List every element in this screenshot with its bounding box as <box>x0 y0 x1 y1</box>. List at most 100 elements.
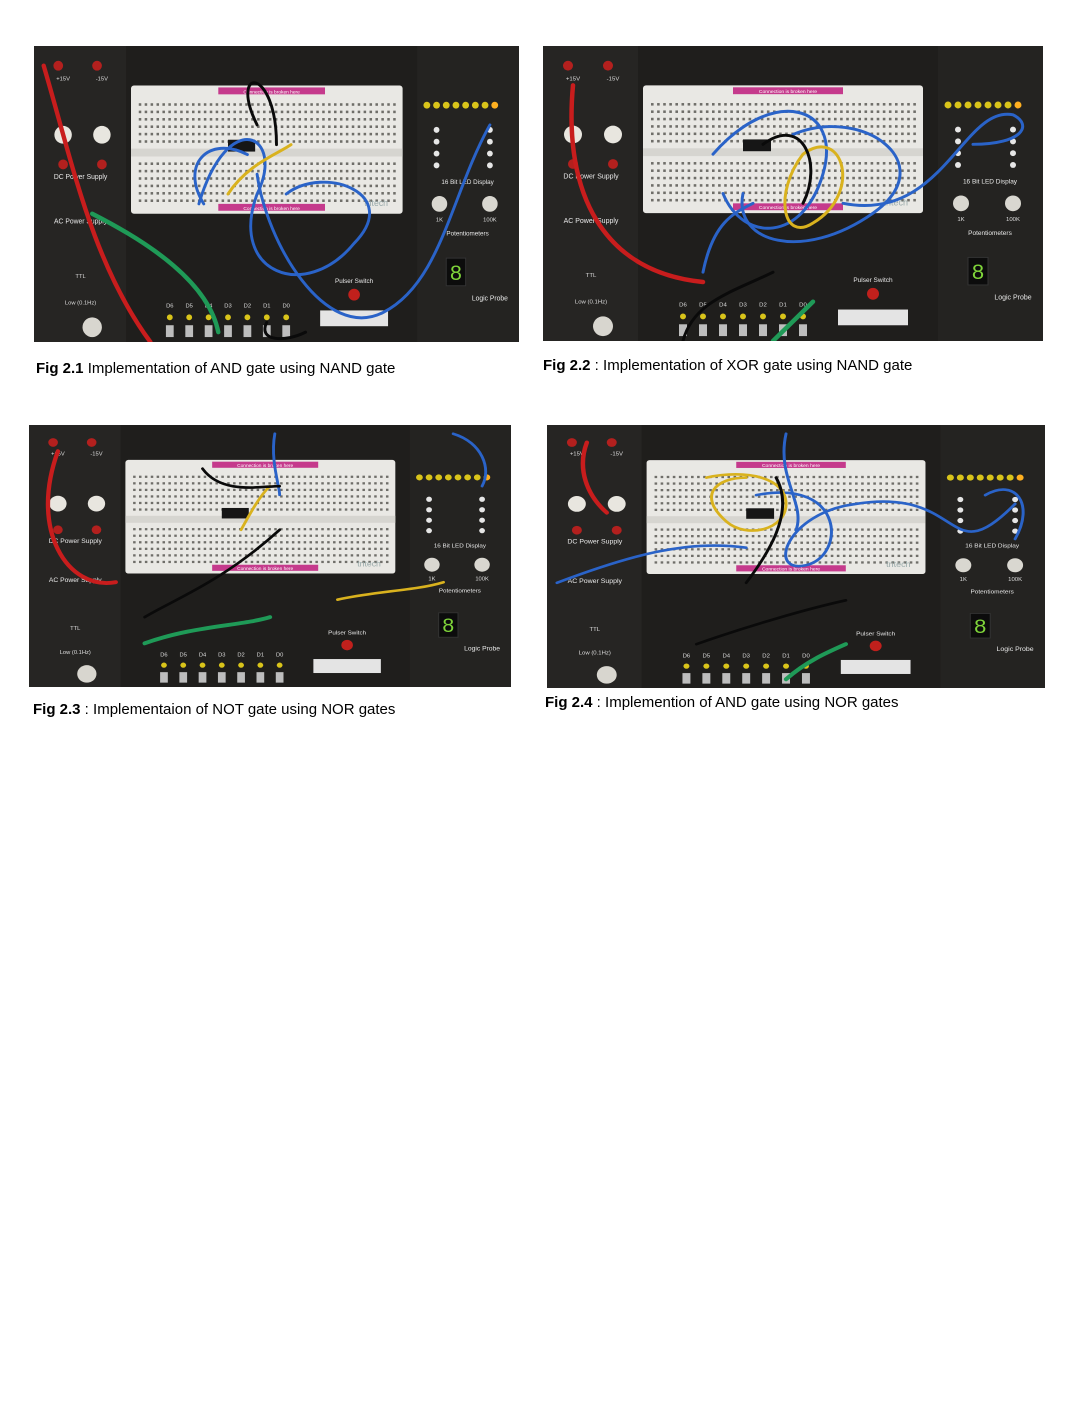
low-freq-label: Low (0.1Hz) <box>579 651 611 657</box>
ic-chip <box>221 507 249 519</box>
led <box>966 474 974 481</box>
toggle-switch <box>719 324 727 337</box>
led <box>986 474 994 481</box>
potentiometers-label: Potentiometers <box>439 589 481 595</box>
pulser-switch-label: Pulser Switch <box>856 631 895 638</box>
led-socket <box>486 162 493 169</box>
switch-label: D0 <box>276 653 283 659</box>
switch-led <box>263 314 270 321</box>
led-socket <box>1010 162 1016 168</box>
pot-1k-label: 1K <box>436 218 443 224</box>
led-socket <box>955 162 961 168</box>
switch-label: D2 <box>759 303 767 309</box>
switch-led <box>257 662 264 668</box>
caption-number: Fig 2.3 <box>33 701 81 718</box>
led <box>464 474 471 481</box>
ttl-label: TTL <box>586 273 597 279</box>
led <box>1006 474 1014 481</box>
knob <box>82 317 102 338</box>
toggle-switch <box>179 672 188 683</box>
low-freq-label: Low (0.1Hz) <box>60 650 91 656</box>
toggle-switch <box>256 672 265 683</box>
toggle-switch <box>759 324 767 337</box>
connection-broken-label: Connection is broken here <box>759 89 817 95</box>
led <box>423 101 431 109</box>
caption-text: Implementation of XOR gate using NAND ga… <box>603 357 913 374</box>
potentiometer-knob <box>424 557 440 572</box>
pot-100k-label: 100K <box>1008 577 1022 583</box>
power-terminal <box>48 438 58 447</box>
potentiometers-label: Potentiometers <box>971 589 1014 596</box>
toggle-switch <box>799 324 807 337</box>
led-socket <box>426 528 432 534</box>
toggle-switch <box>275 672 284 683</box>
led <box>425 474 433 481</box>
switch-led <box>283 314 290 321</box>
led <box>473 474 481 481</box>
led-socket <box>426 517 432 523</box>
switch-led <box>743 663 750 669</box>
knob <box>593 316 613 337</box>
led <box>974 101 982 109</box>
pot-100k-label: 100K <box>475 577 489 583</box>
knob <box>596 666 617 684</box>
ac-power-supply-label: AC Power Supply <box>568 578 623 585</box>
switch-led <box>760 313 766 320</box>
switch-led <box>276 662 283 668</box>
caption-fig-2-3: Fig 2.3 : Implementaion of NOT gate usin… <box>33 701 396 718</box>
led-socket <box>955 126 961 133</box>
switch-led <box>680 313 686 320</box>
trainer-kit-photo: +15V -15VDC Power SupplyAC Power SupplyTT… <box>547 425 1045 688</box>
potentiometer-knob <box>482 195 498 212</box>
potentiometers-label: Potentiometers <box>968 230 1012 237</box>
toggle-switch <box>217 672 226 683</box>
switch-led <box>218 662 225 668</box>
switch-label: D3 <box>739 303 747 309</box>
switch-led <box>180 662 187 668</box>
caption-text: Implementaion of NOT gate using NOR gate… <box>93 701 396 718</box>
toggle-switch <box>762 673 771 684</box>
switch-label: D1 <box>263 303 270 309</box>
caption-fig-2-4: Fig 2.4 : Implemention of AND gate using… <box>545 694 899 711</box>
led-socket <box>955 138 961 145</box>
led <box>454 474 462 481</box>
led-socket <box>957 507 964 513</box>
power-terminal <box>566 438 577 447</box>
photo-and-gate-using-nor: +15V -15V DC Power Supply AC Power Supply TT… <box>547 425 1045 688</box>
photo-xor-gate-using-nand: +15V -15V DC Power Supply AC Power Supply TT… <box>543 46 1043 341</box>
led <box>996 474 1004 481</box>
brand-logo: tritech <box>357 560 381 569</box>
switch-label: D1 <box>779 303 787 309</box>
led-socket <box>1012 496 1019 503</box>
knob <box>93 125 111 144</box>
photo-and-gate-using-nand: +15V -15V DC Power Supply AC Power Supply TT… <box>34 46 519 342</box>
switch-label: D3 <box>742 654 750 660</box>
seven-segment-digit: 8 <box>974 616 986 637</box>
connection-broken-label: Connection is broken here <box>237 566 293 571</box>
power-terminal <box>611 525 622 535</box>
connection-broken-label: Connection is broken here <box>762 463 821 468</box>
led-socket <box>479 496 485 502</box>
led-socket <box>1010 126 1016 133</box>
toggle-switch <box>185 325 194 338</box>
minus15-label: -15V <box>610 452 623 458</box>
toggle-switch <box>722 673 731 684</box>
switch-led <box>763 663 770 669</box>
plus15-label: +15V <box>56 76 70 82</box>
plus15-label: +15V <box>566 76 580 82</box>
led-socket <box>426 507 432 513</box>
ic-chip <box>746 508 775 519</box>
power-terminal <box>92 60 102 71</box>
led <box>954 101 962 109</box>
switch-label: D4 <box>199 653 206 659</box>
led <box>1016 474 1024 481</box>
caption-text: Implemention of AND gate using NOR gates <box>605 694 899 711</box>
led <box>956 474 964 481</box>
logic-probe-label: Logic Probe <box>464 646 500 653</box>
switch-led <box>700 313 706 320</box>
led-socket <box>426 496 432 502</box>
led <box>452 101 460 109</box>
toggle-switch <box>699 324 707 337</box>
switch-led <box>199 662 206 668</box>
pulser-label-plate <box>838 309 908 326</box>
